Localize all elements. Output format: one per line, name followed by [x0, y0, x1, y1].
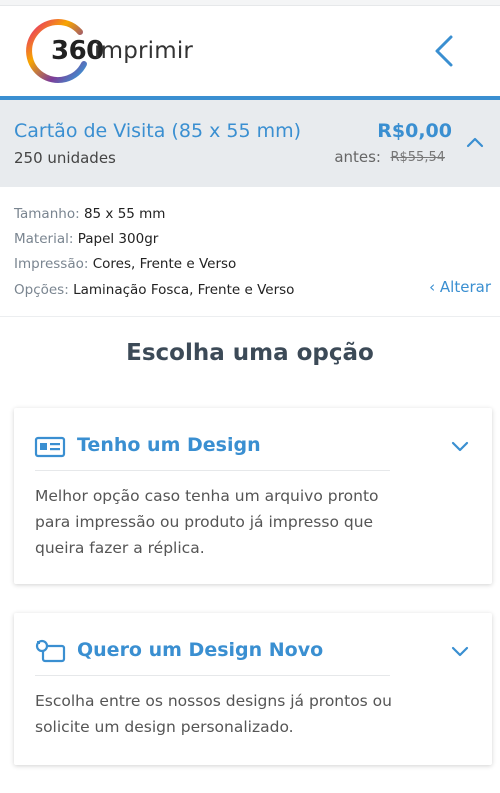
design-tool-icon: [34, 638, 66, 664]
brand-logo[interactable]: 360 imprimir: [22, 18, 197, 86]
product-title: Cartão de Visita (85 x 55 mm): [14, 120, 301, 142]
option-title: Quero um Design Novo: [77, 639, 324, 661]
card-divider: [35, 675, 390, 676]
chevron-down-icon[interactable]: [450, 643, 470, 657]
spec-value: Papel 300gr: [77, 231, 159, 247]
spec-label: Opções:: [14, 282, 69, 298]
spec-label: Impressão:: [14, 256, 89, 272]
back-button[interactable]: [430, 34, 460, 68]
current-price: R$0,00: [377, 120, 452, 142]
spec-options: Opções: Laminação Fosca, Frente e Verso: [14, 282, 294, 298]
logo-word: imprimir: [94, 38, 194, 64]
spec-value: 85 x 55 mm: [83, 206, 166, 222]
option-title: Tenho um Design: [77, 434, 261, 456]
chevron-up-icon: [466, 137, 484, 148]
change-specs-link[interactable]: ‹ Alterar: [429, 278, 491, 296]
product-quantity: 250 unidades: [14, 149, 116, 167]
chevron-left-icon: [435, 35, 453, 67]
option-description: Melhor opção caso tenha um arquivo pront…: [35, 487, 379, 557]
spec-value: Cores, Frente e Verso: [92, 256, 237, 272]
collapse-summary-button[interactable]: [464, 132, 486, 154]
before-price-label: antes:: [334, 148, 381, 166]
option-card-have-design[interactable]: Tenho um Design Melhor opção caso tenha …: [14, 408, 492, 584]
app-header: 360 imprimir: [0, 6, 500, 96]
product-specs: Tamanho: 85 x 55 mm Material: Papel 300g…: [0, 187, 500, 317]
order-summary: Cartão de Visita (85 x 55 mm) 250 unidad…: [0, 100, 500, 187]
option-description: Escolha entre os nossos designs já pront…: [35, 692, 392, 736]
option-card-new-design[interactable]: Quero um Design Novo Escolha entre os no…: [14, 613, 492, 765]
card-divider: [35, 470, 390, 471]
choose-option-heading: Escolha uma opção: [126, 340, 374, 366]
spec-label: Tamanho:: [14, 206, 80, 222]
spec-value: Laminação Fosca, Frente e Verso: [73, 282, 295, 298]
spec-material: Material: Papel 300gr: [14, 231, 158, 247]
before-price: R$55,54: [390, 150, 445, 165]
spec-size: Tamanho: 85 x 55 mm: [14, 206, 165, 222]
spec-label: Material:: [14, 231, 74, 247]
chevron-down-icon[interactable]: [450, 438, 470, 452]
id-card-icon: [34, 435, 66, 461]
spec-printing: Impressão: Cores, Frente e Verso: [14, 256, 236, 272]
